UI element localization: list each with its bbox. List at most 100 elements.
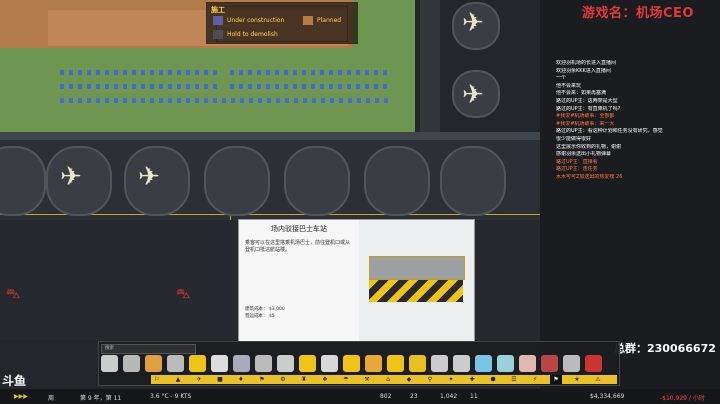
chat-message: 他不会来玩	[556, 82, 582, 89]
category-tab[interactable]: ❖	[319, 375, 331, 384]
dialog-preview	[359, 220, 474, 341]
parking-row	[60, 98, 390, 103]
tug-vehicle-icon[interactable]: ⛍	[6, 286, 20, 304]
airplane-icon[interactable]: ✈	[138, 164, 160, 190]
toolbar-item[interactable]	[387, 355, 404, 372]
toolbar-item[interactable]	[453, 355, 470, 372]
category-tab[interactable]: ⚑	[550, 375, 562, 384]
category-tab[interactable]: ☰	[508, 375, 520, 384]
toolbar-item[interactable]	[145, 355, 162, 372]
toolbar-item[interactable]	[167, 355, 184, 372]
toolbar-item[interactable]	[431, 355, 448, 372]
category-tab[interactable]: ▲	[172, 375, 184, 384]
chat-message: 水木可可Z加送出的热爱榜 26	[556, 173, 623, 180]
legend-swatch-planned	[303, 16, 313, 25]
tug-vehicle-icon[interactable]: ⛍	[176, 286, 190, 304]
concourse-walkway	[0, 132, 560, 140]
category-tab[interactable]: ♦	[235, 375, 247, 384]
toolbar-item[interactable]	[321, 355, 338, 372]
parking-row	[230, 70, 390, 75]
stat-label: 营运成本：	[245, 314, 268, 319]
toolbar-item[interactable]	[299, 355, 316, 372]
stat-flights: 23	[410, 393, 418, 400]
category-tab[interactable]: ⚙	[277, 375, 289, 384]
category-tab[interactable]: ⚒	[361, 375, 373, 384]
hangar[interactable]	[284, 146, 350, 216]
hangar[interactable]	[364, 146, 430, 216]
legend-swatch-demolish	[213, 30, 223, 39]
toolbar-item[interactable]	[343, 355, 360, 372]
airplane-icon[interactable]: ✈	[462, 10, 484, 36]
category-tab[interactable]: ⬢	[487, 375, 499, 384]
dialog-info-panel: 场内驳接巴士车站 乘客可以在这里搭乘机场巴士，前往登机口或从登机口抵达航站楼。 …	[239, 220, 359, 341]
construction-legend: 施工 Under construction Planned Hold to de…	[206, 2, 358, 44]
parking-row	[230, 84, 390, 89]
legend-label: Hold to demolish	[227, 31, 278, 38]
dialog-stat-cost: 建筑成本： $3,000	[245, 306, 285, 312]
category-tab[interactable]: ✦	[445, 375, 457, 384]
chat-message: 一个	[556, 75, 567, 82]
weather-label: 3.6 °C - 9 KTS	[150, 393, 192, 400]
category-tab[interactable]: ■	[214, 375, 226, 384]
chat-overlay: 欢迎羽机场的长进入直播间 欢迎羽余KKK进入直播间 一个 他不会来玩 他不会来：如果再塞…	[556, 60, 706, 182]
stat-staff: 1,042	[440, 393, 458, 400]
toolbar-item[interactable]	[189, 355, 206, 372]
build-toolbar: 搜索 ⚐ ▲ ✈ ■ ♦ ⚑ ⚙ ♜ ❖ ☂ ⚒ ⌂ ◆ ⚲ ✦ ✚ ⬢ ☰ ⚡ ⚑ ★ ⚠	[98, 341, 620, 386]
chat-message: 路过的UP主：这两架是大型	[556, 97, 618, 104]
status-bar: ▶▶▶ 周 第 9 年，第 11 3.6 °C - 9 KTS 802 23 1…	[0, 389, 720, 404]
chat-message: 路过UP主：直接看	[556, 158, 598, 165]
toolbar-item[interactable]	[519, 355, 536, 372]
chat-message: 欢迎羽机场的长进入直播间	[556, 60, 617, 66]
category-tab[interactable]: ⌂	[382, 375, 394, 384]
category-tab[interactable]: ⚲	[424, 375, 436, 384]
chat-message: 感谢羽余送出小礼物弹幕	[556, 151, 612, 158]
toolbar-item[interactable]	[255, 355, 272, 372]
toolbar-item[interactable]	[277, 355, 294, 372]
category-bar: ⚐ ▲ ✈ ■ ♦ ⚑ ⚙ ♜ ❖ ☂ ⚒ ⌂ ◆ ⚲ ✦ ✚ ⬢ ☰ ⚡ ⚑ ★ ⚠	[151, 375, 617, 384]
toolbar-item[interactable]	[233, 355, 250, 372]
chat-message: 路过的UP主：看这种计划和任务没有研究，感觉	[556, 128, 663, 135]
date-label: 第 9 年，第 11	[80, 395, 122, 402]
hangar[interactable]	[204, 146, 270, 216]
category-tab[interactable]: ☂	[340, 375, 352, 384]
dialog-title: 场内驳接巴士车站	[271, 225, 327, 233]
category-tab[interactable]: ✈	[193, 375, 205, 384]
object-info-dialog: 场内驳接巴士车站 乘客可以在这里搭乘机场巴士，前往登机口或从登机口抵达航站楼。 …	[238, 219, 475, 342]
toolbar-item[interactable]	[497, 355, 514, 372]
hangar[interactable]	[440, 146, 506, 216]
toolbar-item[interactable]	[365, 355, 382, 372]
airplane-icon[interactable]: ✈	[60, 164, 82, 190]
stat-passengers: 802	[380, 393, 392, 400]
toolbar-item[interactable]	[409, 355, 426, 372]
bus-stop-platform	[369, 256, 465, 280]
toolbar-item[interactable]	[585, 355, 602, 372]
category-tab[interactable]: ⚡	[529, 375, 541, 384]
streamer-title: 游戏名：机场CEO	[582, 6, 694, 21]
toolbar-item[interactable]	[101, 355, 118, 372]
toolbar-item[interactable]	[541, 355, 558, 372]
legend-swatch-under-construction	[213, 16, 223, 25]
toolbar-item[interactable]	[211, 355, 228, 372]
category-tab[interactable]: ♜	[298, 375, 310, 384]
hazard-stripes	[369, 280, 463, 302]
chat-message: 路过的UP主：有直降机了吗?	[556, 105, 621, 112]
toolbar-item[interactable]	[563, 355, 580, 372]
parking-row	[60, 70, 220, 75]
category-tab[interactable]: ⚑	[256, 375, 268, 384]
group-number: 总群：230066672	[614, 342, 716, 355]
category-tab[interactable]: ◆	[403, 375, 415, 384]
category-tab[interactable]: ★	[571, 375, 583, 384]
toolbar-item[interactable]	[475, 355, 492, 372]
legend-title: 施工	[211, 6, 225, 14]
category-tab[interactable]: ⚐	[151, 375, 163, 384]
category-tab[interactable]: ⚠	[592, 375, 604, 384]
money-label: $4,334,669	[590, 393, 625, 400]
airplane-icon[interactable]: ✈	[462, 82, 484, 108]
speed-controls-icon[interactable]: ▶▶▶	[14, 393, 28, 400]
category-tab[interactable]: ✚	[466, 375, 478, 384]
chat-message: #我爱#机场破事：来一大	[556, 120, 615, 127]
search-input[interactable]: 搜索	[101, 344, 196, 354]
legend-label: Under construction	[227, 17, 285, 24]
toolbar-item[interactable]	[123, 355, 140, 372]
chat-message: 路过UP主：连任务	[556, 166, 598, 173]
